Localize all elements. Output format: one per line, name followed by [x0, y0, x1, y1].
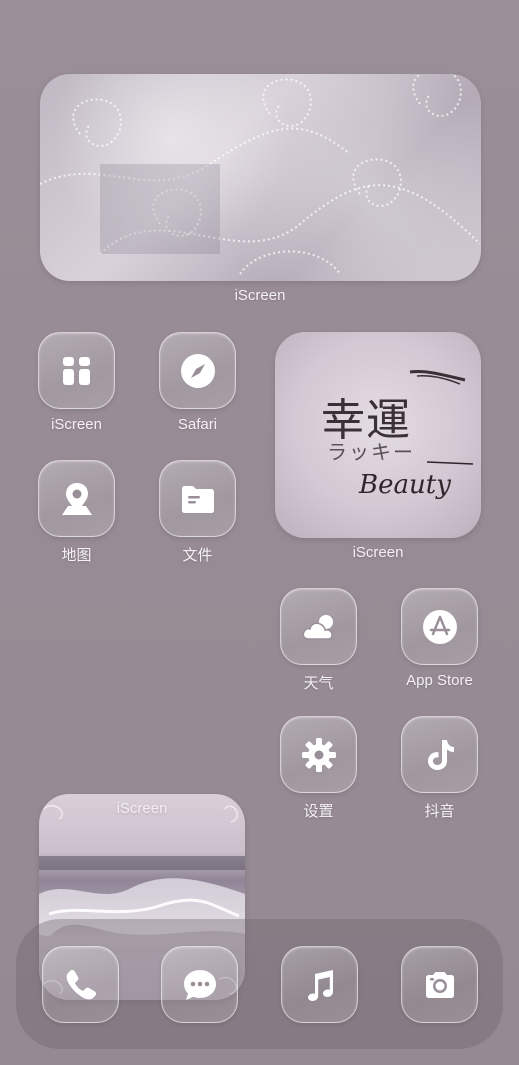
widget-wide-label: iScreen	[234, 287, 286, 304]
app-store-icon	[422, 609, 457, 644]
app-settings[interactable]: 设置	[280, 716, 357, 821]
widget-sea-label: iScreen	[116, 800, 168, 817]
app-iscreen[interactable]: iScreen	[38, 332, 115, 433]
appstore-icon-box[interactable]	[401, 588, 478, 665]
app-files[interactable]: 文件	[159, 460, 236, 565]
tiktok-icon	[427, 739, 454, 770]
lace-swirl-image	[40, 74, 481, 275]
music-note-icon	[307, 969, 333, 1001]
maps-icon-box[interactable]	[38, 460, 115, 537]
compass-icon	[180, 353, 215, 388]
files-icon-box[interactable]	[159, 460, 236, 537]
app-douyin-label: 抖音	[424, 803, 455, 820]
lucky-beauty-script: Beauty	[359, 470, 451, 500]
weather-icon-box[interactable]	[280, 588, 357, 665]
app-safari-label: Safari	[177, 416, 218, 433]
app-maps-label: 地图	[61, 547, 92, 564]
dock-camera[interactable]	[401, 946, 478, 1023]
app-weather[interactable]: 天气	[280, 588, 357, 693]
lucky-kana: ラッキー	[327, 440, 415, 464]
ink-scratch-decoration	[409, 370, 466, 385]
iscreen-icon-box[interactable]	[38, 332, 115, 409]
map-pin-icon	[61, 482, 92, 515]
dock-phone[interactable]	[42, 946, 119, 1023]
camera-icon	[425, 971, 454, 998]
message-icon	[183, 969, 216, 1000]
iscreen-icon	[62, 356, 90, 385]
app-files-label: 文件	[182, 547, 213, 564]
dock-messages[interactable]	[161, 946, 238, 1023]
app-maps[interactable]: 地图	[38, 460, 115, 565]
settings-icon-box[interactable]	[280, 716, 357, 793]
app-appstore-label: App Store	[406, 672, 473, 689]
safari-icon-box[interactable]	[159, 332, 236, 409]
app-douyin[interactable]: 抖音	[401, 716, 478, 821]
app-settings-label: 设置	[303, 803, 334, 820]
ink-line-decoration	[426, 461, 474, 465]
widget-wide-image[interactable]	[40, 74, 481, 281]
app-iscreen-label: iScreen	[51, 416, 102, 433]
widget-lucky-label: iScreen	[352, 544, 404, 561]
folder-icon	[181, 485, 214, 513]
dock	[16, 919, 503, 1049]
app-weather-label: 天气	[303, 675, 334, 692]
phone-icon	[66, 969, 96, 999]
app-appstore[interactable]: App Store	[401, 588, 478, 689]
gear-icon	[301, 737, 336, 772]
douyin-icon-box[interactable]	[401, 716, 478, 793]
cloud-icon	[301, 614, 333, 640]
app-safari[interactable]: Safari	[159, 332, 236, 433]
widget-lucky[interactable]: 幸運 ラッキー Beauty	[275, 332, 481, 538]
dock-music[interactable]	[281, 946, 358, 1023]
